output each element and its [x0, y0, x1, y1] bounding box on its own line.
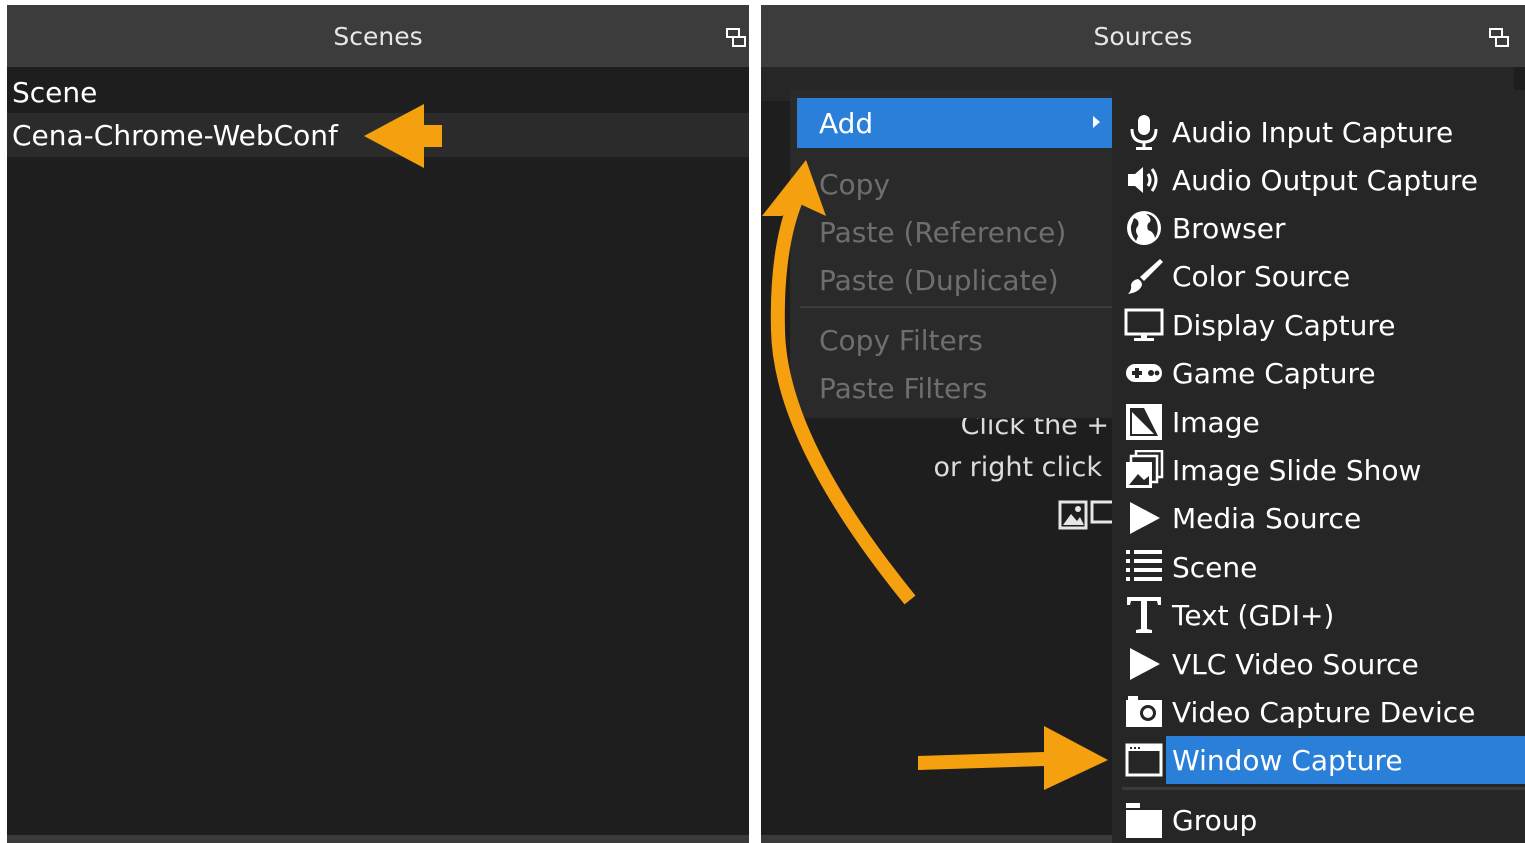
add-source-submenu: Audio Input Capture Audio Output Capture…: [1112, 90, 1525, 843]
folder-icon: [1120, 796, 1168, 843]
submenu-item-window-capture[interactable]: Window Capture: [1120, 736, 1525, 784]
scenes-scrollbar[interactable]: [7, 835, 749, 843]
camera-icon: [1120, 688, 1168, 736]
submenu-item-label: Game Capture: [1172, 356, 1376, 390]
submenu-item-label: Scene: [1172, 550, 1258, 584]
scenes-title: Scenes: [7, 5, 749, 67]
microphone-icon: [1120, 108, 1168, 156]
window-icon: [1120, 736, 1168, 784]
submenu-item-display-capture[interactable]: Display Capture: [1120, 301, 1525, 349]
gamepad-icon: [1120, 349, 1168, 397]
menu-item-paste-reference[interactable]: Paste (Reference): [797, 207, 1112, 257]
submenu-item-video-capture-device[interactable]: Video Capture Device: [1120, 688, 1525, 736]
submenu-item-image[interactable]: Image: [1120, 398, 1525, 446]
submenu-item-audio-output-capture[interactable]: Audio Output Capture: [1120, 156, 1525, 204]
slideshow-icon: [1120, 446, 1168, 494]
submenu-item-game-capture[interactable]: Game Capture: [1120, 349, 1525, 397]
menu-item-paste-duplicate[interactable]: Paste (Duplicate): [797, 255, 1112, 305]
menu-item-paste-filters[interactable]: Paste Filters: [797, 363, 1112, 413]
submenu-item-label: Audio Input Capture: [1172, 115, 1454, 149]
submenu-item-label: Group: [1172, 803, 1258, 837]
menu-item-add-label: Add: [819, 106, 874, 140]
play-icon: [1120, 494, 1168, 542]
sources-title: Sources: [761, 5, 1525, 67]
list-icon: [1120, 543, 1168, 591]
paintbrush-icon: [1120, 252, 1168, 300]
submenu-item-label: Media Source: [1172, 501, 1362, 535]
context-menu: Add Copy Paste (Reference) Paste (Duplic…: [790, 90, 1120, 418]
submenu-item-label: Color Source: [1172, 259, 1351, 293]
submenu-arrow-icon: [1093, 116, 1100, 128]
monitor-icon: [1120, 301, 1168, 349]
menu-separator: [800, 306, 1112, 308]
submenu-item-image-slide-show[interactable]: Image Slide Show: [1120, 446, 1525, 494]
submenu-item-color-source[interactable]: Color Source: [1120, 252, 1525, 300]
submenu-item-label: Browser: [1172, 211, 1286, 245]
submenu-item-label: Video Capture Device: [1172, 695, 1476, 729]
menu-item-copy[interactable]: Copy: [797, 159, 1112, 209]
submenu-item-label: Image Slide Show: [1172, 453, 1422, 487]
submenu-item-label: Text (GDI+): [1172, 598, 1335, 632]
submenu-item-browser[interactable]: Browser: [1120, 204, 1525, 252]
globe-icon: [1120, 204, 1168, 252]
submenu-item-text-gdi[interactable]: Text (GDI+): [1120, 591, 1525, 639]
submenu-separator: [1122, 787, 1525, 790]
play-icon: [1120, 640, 1168, 688]
menu-item-add[interactable]: Add: [797, 98, 1112, 148]
submenu-item-label: Display Capture: [1172, 308, 1396, 342]
text-icon: [1120, 591, 1168, 639]
scenes-panel: Scenes Scene Cena-Chrome-WebConf: [7, 5, 749, 843]
scene-list-item[interactable]: Scene: [7, 70, 749, 114]
menu-item-copy-filters[interactable]: Copy Filters: [797, 315, 1112, 365]
submenu-item-scene[interactable]: Scene: [1120, 543, 1525, 591]
submenu-item-label: Image: [1172, 405, 1260, 439]
submenu-item-vlc-video-source[interactable]: VLC Video Source: [1120, 640, 1525, 688]
submenu-item-audio-input-capture[interactable]: Audio Input Capture: [1120, 108, 1525, 156]
scene-list-item-selected[interactable]: Cena-Chrome-WebConf: [7, 113, 749, 157]
submenu-item-media-source[interactable]: Media Source: [1120, 494, 1525, 542]
submenu-item-label: Audio Output Capture: [1172, 163, 1478, 197]
undock-icon[interactable]: [1488, 27, 1510, 49]
sources-hint-line2: or right click: [933, 452, 1102, 483]
hint-source-icons: [1058, 500, 1114, 530]
submenu-item-label: VLC Video Source: [1172, 647, 1419, 681]
speaker-icon: [1120, 156, 1168, 204]
submenu-item-label: Window Capture: [1172, 743, 1403, 777]
image-icon: [1120, 398, 1168, 446]
undock-icon[interactable]: [725, 27, 747, 49]
submenu-item-group[interactable]: Group: [1120, 796, 1525, 843]
